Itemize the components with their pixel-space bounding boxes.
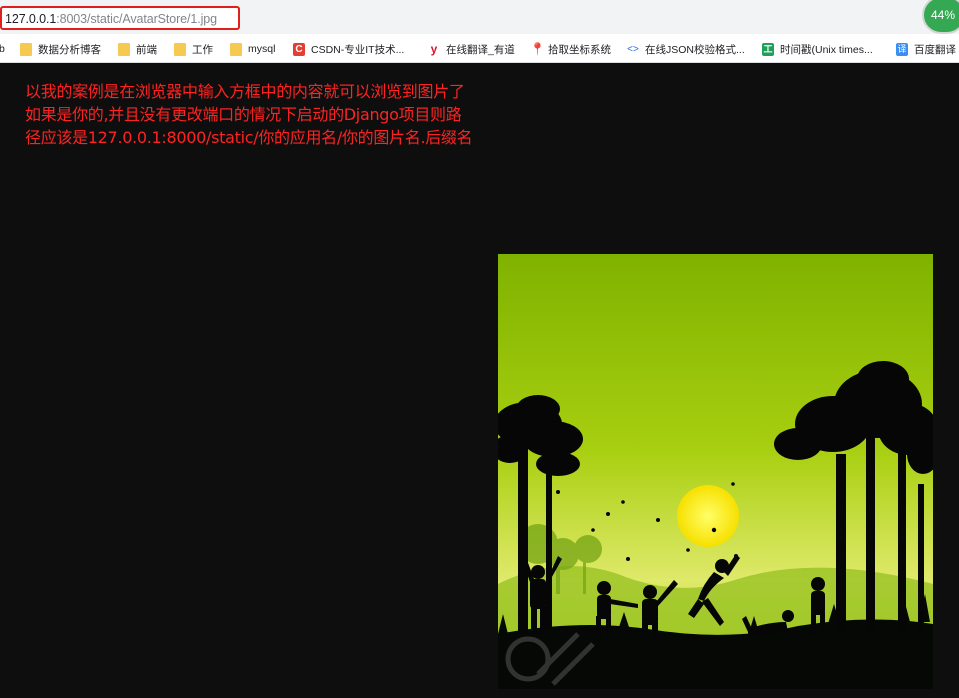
url-host: 127.0.0.1 <box>5 12 57 26</box>
bookmark-label: 工作 <box>192 43 213 56</box>
bookmark-label: 在线翻译_有道 <box>446 43 515 56</box>
image-artwork <box>498 254 933 689</box>
bookmarks-bar: b 数据分析博客 前端 工作 mysql C CSDN-专业IT技术... y … <box>0 34 959 63</box>
bookmark-label: b <box>0 43 5 55</box>
bookmark-work[interactable]: 工作 <box>174 42 213 56</box>
bookmark-label: 数据分析博客 <box>38 43 101 56</box>
folder-icon <box>20 42 32 56</box>
zoom-badge[interactable]: 44% <box>922 0 959 34</box>
annotation-line-1: 以我的案例是在浏览器中输入方框中的内容就可以浏览到图片了 <box>25 82 465 101</box>
bookmark-label: 百度翻译 <box>914 43 956 56</box>
bookmark-label: 前端 <box>136 43 157 56</box>
bookmark-label: 拾取坐标系统 <box>548 43 611 56</box>
annotation-line-2: 如果是你的,并且没有更改端口的情况下启动的Django项目则路 <box>25 105 462 124</box>
folder-icon <box>118 42 130 56</box>
bookmark-csdn[interactable]: C CSDN-专业IT技术... <box>293 42 404 56</box>
address-bar: 127.0.0.1:8003/static/AvatarStore/1.jpg … <box>0 0 959 34</box>
csdn-icon: C <box>293 42 305 56</box>
youdao-icon: y <box>430 41 438 56</box>
bookmark-data-analysis-blog[interactable]: 数据分析博客 <box>20 42 101 56</box>
bookmark-mysql[interactable]: mysql <box>230 42 275 56</box>
sun <box>677 485 739 547</box>
bookmark-baidu-translate[interactable]: 译 百度翻译 <box>896 42 956 56</box>
map-pin-icon: 📍 <box>530 41 545 56</box>
bookmark-coordinate-picker[interactable]: 📍 拾取坐标系统 <box>530 42 611 56</box>
bookmark-frontend[interactable]: 前端 <box>118 42 157 56</box>
folder-icon <box>230 42 242 56</box>
url-path: :8003/static/AvatarStore/1.jpg <box>56 12 217 26</box>
bookmark-json-validator[interactable]: <> 在线JSON校验格式... <box>627 42 745 56</box>
silhouette-children-sunset-image <box>498 254 933 689</box>
url-text: 127.0.0.1:8003/static/AvatarStore/1.jpg <box>5 12 217 26</box>
bookmark-label: 时间戳(Unix times... <box>780 43 873 56</box>
bookmark-timestamp[interactable]: 工 时间戳(Unix times... <box>762 42 873 56</box>
bookmark-label: 在线JSON校验格式... <box>645 43 745 56</box>
annotation-line-3: 径应该是127.0.0.1:8000/static/你的应用名/你的图片名.后缀… <box>25 128 473 147</box>
bookmark-youdao-translate[interactable]: y 在线翻译_有道 <box>428 42 515 56</box>
url-input-highlighted[interactable]: 127.0.0.1:8003/static/AvatarStore/1.jpg <box>0 6 240 30</box>
time-tool-icon: 工 <box>762 42 774 56</box>
code-icon: <> <box>627 43 639 55</box>
bookmark-label: mysql <box>248 43 276 55</box>
baidu-translate-icon: 译 <box>896 42 908 56</box>
bookmark-label: CSDN-专业IT技术... <box>311 43 405 56</box>
folder-icon <box>174 42 186 56</box>
bookmark-partial[interactable]: b <box>0 42 5 56</box>
annotation-note: 以我的案例是在浏览器中输入方框中的内容就可以浏览到图片了 如果是你的,并且没有更… <box>25 80 473 149</box>
